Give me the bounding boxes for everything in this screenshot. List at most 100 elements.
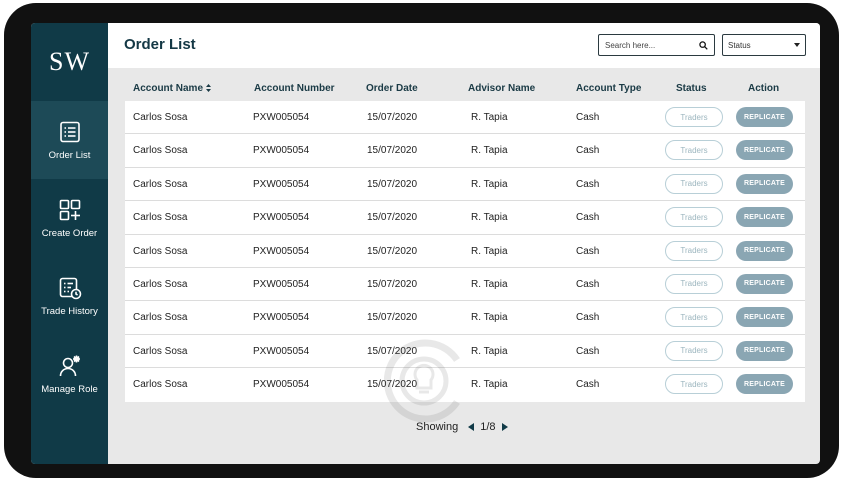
status-badge: Traders: [665, 273, 723, 294]
sidebar-item-label: Order List: [48, 149, 91, 161]
cell-order-date: 15/07/2020: [367, 278, 418, 290]
cell-account-type: Cash: [576, 312, 600, 324]
replicate-button[interactable]: REPLICATE: [736, 340, 793, 361]
history-icon: [59, 277, 81, 299]
sidebar-item-label: Create Order: [41, 227, 98, 239]
cell-order-date: 15/07/2020: [367, 112, 418, 123]
replicate-button[interactable]: REPLICATE: [736, 307, 793, 328]
cell-advisor-name: R. Tapia: [471, 178, 508, 190]
table-row: Carlos Sosa PXW005054 15/07/2020 R. Tapi…: [125, 167, 805, 202]
table-row: Carlos Sosa PXW005054 15/07/2020 R. Tapi…: [125, 234, 805, 268]
cell-account-type: Cash: [576, 345, 600, 357]
cell-account-name: Carlos Sosa: [133, 145, 188, 157]
column-header-action: Action: [748, 83, 780, 94]
cell-advisor-name: R. Tapia: [471, 379, 508, 391]
cell-advisor-name: R. Tapia: [471, 312, 508, 324]
page-indicator: 1/8: [480, 421, 496, 433]
search-icon[interactable]: [699, 40, 708, 50]
cell-account-name: Carlos Sosa: [133, 345, 188, 357]
status-badge: Traders: [665, 140, 723, 161]
cell-account-number: PXW005054: [253, 379, 310, 391]
cell-account-number: PXW005054: [253, 178, 310, 190]
sidebar-item-manage-role[interactable]: Manage Role: [31, 335, 108, 413]
status-badge: Traders: [665, 240, 723, 261]
prev-page-icon[interactable]: [468, 423, 475, 431]
sidebar: SW Order List Create Order Trade History…: [31, 23, 108, 464]
cell-advisor-name: R. Tapia: [471, 345, 508, 357]
replicate-button[interactable]: REPLICATE: [736, 207, 793, 228]
table-row: Carlos Sosa PXW005054 15/07/2020 R. Tapi…: [125, 134, 805, 168]
cell-account-type: Cash: [576, 245, 600, 257]
sidebar-item-trade-history[interactable]: Trade History: [31, 257, 108, 335]
status-badge: Traders: [665, 307, 723, 328]
cell-advisor-name: R. Tapia: [471, 278, 508, 290]
list-icon: [59, 121, 80, 142]
sidebar-item-order-list[interactable]: Order List: [31, 101, 108, 179]
cell-advisor-name: R. Tapia: [471, 212, 508, 224]
status-badge: Traders: [665, 173, 723, 194]
cell-advisor-name: R. Tapia: [471, 245, 508, 257]
cell-account-number: PXW005054: [253, 278, 310, 290]
column-header-account-number: Account Number: [254, 83, 335, 94]
cell-advisor-name: R. Tapia: [471, 112, 508, 123]
cell-account-number: PXW005054: [253, 245, 310, 257]
watermark-icon: [383, 339, 460, 423]
status-select[interactable]: Status: [722, 34, 806, 56]
app-logo: SW: [49, 47, 90, 76]
cell-account-type: Cash: [576, 278, 600, 290]
cell-account-type: Cash: [576, 112, 600, 123]
cell-account-name: Carlos Sosa: [133, 379, 188, 391]
cell-account-number: PXW005054: [253, 145, 310, 157]
replicate-button[interactable]: REPLICATE: [736, 173, 793, 194]
search-input[interactable]: [605, 40, 695, 50]
replicate-button[interactable]: REPLICATE: [736, 273, 793, 294]
cell-account-name: Carlos Sosa: [133, 312, 188, 324]
column-header-order-date: Order Date: [366, 83, 418, 94]
device-frame: SW Order List Create Order Trade History…: [4, 3, 839, 478]
app-screen: SW Order List Create Order Trade History…: [31, 23, 820, 464]
status-badge: Traders: [665, 374, 723, 395]
page-title: Order List: [124, 36, 196, 53]
replicate-button[interactable]: REPLICATE: [736, 140, 793, 161]
cell-order-date: 15/07/2020: [367, 145, 418, 157]
table-row: Carlos Sosa PXW005054 15/07/2020 R. Tapi…: [125, 267, 805, 302]
status-badge: Traders: [665, 340, 723, 361]
cell-account-number: PXW005054: [253, 212, 310, 224]
cell-order-date: 15/07/2020: [367, 245, 418, 257]
cell-account-type: Cash: [576, 379, 600, 391]
replicate-button[interactable]: REPLICATE: [736, 374, 793, 395]
cell-account-type: Cash: [576, 145, 600, 157]
cell-account-number: PXW005054: [253, 345, 310, 357]
table-header: Account Name Account Number Order Date A…: [125, 78, 805, 101]
column-header-account-name[interactable]: Account Name: [133, 83, 212, 94]
search-box[interactable]: [598, 34, 715, 56]
replicate-button[interactable]: REPLICATE: [736, 107, 793, 127]
status-select-value: Status: [728, 40, 751, 50]
replicate-button[interactable]: REPLICATE: [736, 240, 793, 261]
user-gear-icon: [59, 355, 80, 376]
cell-order-date: 15/07/2020: [367, 212, 418, 224]
table-row: Carlos Sosa PXW005054 15/07/2020 R. Tapi…: [125, 101, 805, 135]
cell-order-date: 15/07/2020: [367, 312, 418, 324]
status-badge: Traders: [665, 207, 723, 228]
column-header-account-type: Account Type: [576, 83, 642, 94]
status-badge: Traders: [665, 107, 723, 127]
sidebar-item-label: Trade History: [41, 305, 98, 317]
cell-account-name: Carlos Sosa: [133, 178, 188, 190]
cell-account-name: Carlos Sosa: [133, 278, 188, 290]
cell-account-name: Carlos Sosa: [133, 245, 188, 257]
cell-advisor-name: R. Tapia: [471, 145, 508, 157]
sidebar-item-create-order[interactable]: Create Order: [31, 179, 108, 257]
pagination-label: Showing: [416, 421, 459, 433]
column-header-advisor-name: Advisor Name: [468, 83, 536, 94]
cell-account-number: PXW005054: [253, 112, 310, 123]
caret-down-icon: [794, 43, 800, 47]
cell-account-number: PXW005054: [253, 312, 310, 324]
next-page-icon[interactable]: [501, 423, 508, 431]
cell-account-name: Carlos Sosa: [133, 112, 188, 123]
column-header-status: Status: [676, 83, 707, 94]
cell-account-name: Carlos Sosa: [133, 212, 188, 224]
sort-icon[interactable]: [206, 84, 212, 93]
sidebar-item-label: Manage Role: [41, 383, 98, 395]
cell-account-type: Cash: [576, 212, 600, 224]
